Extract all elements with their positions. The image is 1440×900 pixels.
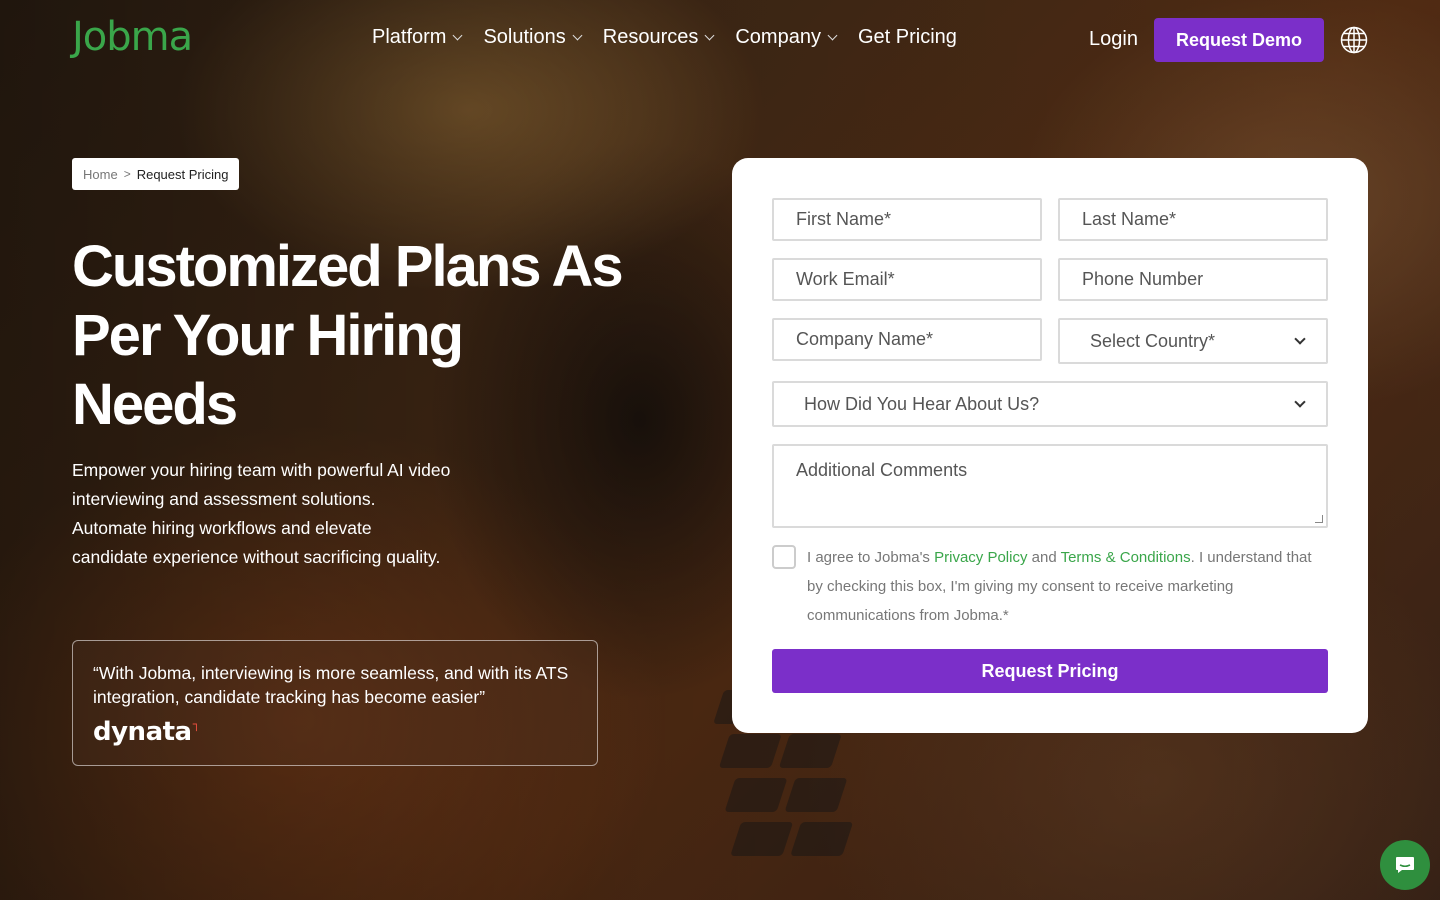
company-name-placeholder: Company Name* — [796, 329, 934, 349]
consent-checkbox[interactable] — [772, 545, 796, 569]
nav-company-label: Company — [735, 26, 821, 48]
consent-text-and: and — [1027, 549, 1061, 566]
globe-icon[interactable] — [1340, 26, 1368, 54]
hero-description: Empower your hiring team with powerful A… — [72, 460, 451, 567]
company-name-input[interactable]: Company Name* — [772, 318, 1042, 361]
chevron-down-icon — [1294, 333, 1306, 345]
nav-get-pricing[interactable]: Get Pricing — [858, 26, 957, 49]
country-select-value: Select Country* — [1090, 330, 1216, 351]
chat-widget-button[interactable] — [1380, 840, 1430, 890]
nav-resources[interactable]: Resources — [603, 26, 720, 49]
nav-get-pricing-label: Get Pricing — [857, 26, 957, 48]
request-demo-button[interactable]: Request Demo — [1154, 18, 1324, 62]
additional-comments-textarea[interactable]: Additional Comments — [772, 444, 1328, 528]
work-email-placeholder: Work Email* — [796, 269, 895, 289]
last-name-placeholder: Last Name* — [1082, 209, 1177, 229]
testimonial-card: “With Jobma, interviewing is more seamle… — [72, 640, 598, 766]
terms-conditions-link[interactable]: Terms & Conditions — [1061, 549, 1191, 566]
nav-company[interactable]: Company — [735, 26, 842, 49]
chevron-down-icon — [453, 30, 463, 41]
hear-about-us-select[interactable]: How Did You Hear About Us? — [772, 381, 1328, 427]
additional-comments-placeholder: Additional Comments — [796, 460, 968, 480]
chat-bubble-icon — [1396, 857, 1414, 873]
hear-about-us-value: How Did You Hear About Us? — [804, 393, 1040, 414]
nav-resources-label: Resources — [602, 26, 699, 48]
consent-text-before: I agree to Jobma's — [807, 549, 935, 566]
first-name-input[interactable]: First Name* — [772, 198, 1042, 241]
breadcrumb-home[interactable]: Home — [83, 167, 118, 182]
dynata-logo-mark: ┐ — [192, 717, 200, 731]
privacy-policy-link[interactable]: Privacy Policy — [934, 549, 1027, 566]
chevron-down-icon — [704, 30, 715, 41]
nav-platform[interactable]: Platform — [372, 26, 467, 49]
chevron-down-icon — [572, 30, 583, 41]
jobma-logo[interactable]: Jobma — [72, 14, 193, 60]
resize-handle-icon[interactable] — [1315, 515, 1323, 523]
dynata-logo: dynata ┐ — [93, 717, 200, 747]
nav-solutions[interactable]: Solutions — [483, 26, 586, 49]
breadcrumb-separator: > — [123, 167, 131, 181]
page-title: Customized Plans As Per Your Hiring Need… — [72, 234, 624, 437]
phone-number-input[interactable]: Phone Number — [1058, 258, 1328, 301]
nav-platform-label: Platform — [372, 26, 447, 48]
breadcrumb-current: Request Pricing — [136, 166, 229, 182]
pricing-form: First Name* Last Name* Work Email* Phone… — [732, 158, 1368, 733]
breadcrumb: Home > Request Pricing — [72, 158, 240, 190]
country-select[interactable]: Select Country* — [1058, 318, 1328, 364]
testimonial-quote: “With Jobma, interviewing is more seamle… — [93, 663, 569, 707]
last-name-input[interactable]: Last Name* — [1058, 198, 1328, 241]
dynata-logo-text: dynata — [93, 717, 192, 747]
work-email-input[interactable]: Work Email* — [772, 258, 1042, 301]
site-header: Jobma Platform Solutions Resources Compa… — [0, 0, 1440, 80]
consent-text: I agree to Jobma's Privacy Policy and Te… — [807, 543, 1327, 630]
first-name-placeholder: First Name* — [796, 209, 892, 229]
chevron-down-icon — [1294, 396, 1306, 408]
phone-number-placeholder: Phone Number — [1082, 269, 1204, 289]
chevron-down-icon — [827, 30, 838, 41]
main-nav: Platform Solutions Resources Company Get… — [372, 26, 957, 49]
nav-solutions-label: Solutions — [483, 26, 566, 48]
request-pricing-button[interactable]: Request Pricing — [772, 649, 1328, 693]
login-link[interactable]: Login — [1089, 28, 1138, 51]
